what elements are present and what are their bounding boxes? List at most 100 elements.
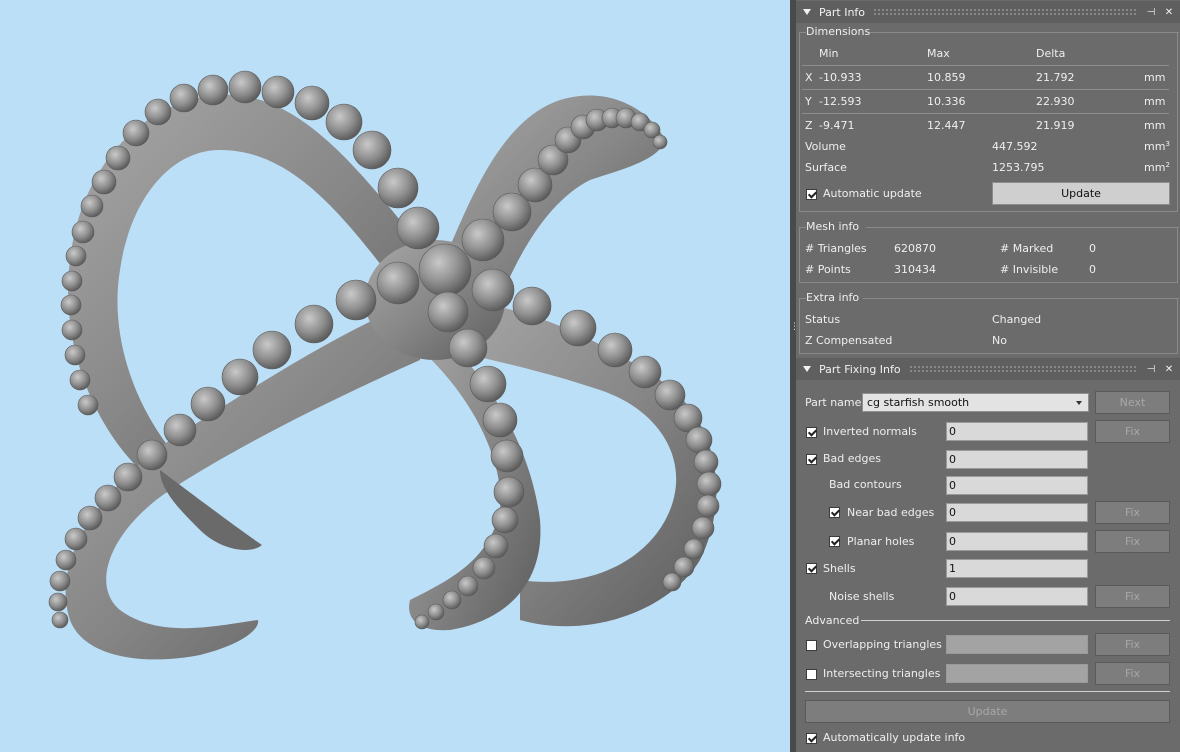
- tubercle-sphere: [144, 98, 172, 126]
- inverted-normals-checkbox[interactable]: [806, 427, 817, 438]
- volume-value: 447.592: [992, 140, 1038, 153]
- near-bad-edges-label: Near bad edges: [847, 506, 935, 519]
- tubercle-sphere: [662, 572, 682, 592]
- extra-info-group-title: Extra info: [806, 291, 860, 304]
- tubercle-sphere: [197, 74, 229, 106]
- tubercle-sphere: [457, 575, 479, 597]
- drag-grip[interactable]: [908, 365, 1136, 373]
- drag-grip[interactable]: [873, 8, 1136, 16]
- z-unit: mm: [1144, 119, 1166, 132]
- close-icon[interactable]: ✕: [1162, 364, 1176, 375]
- automatic-update-checkbox[interactable]: [806, 189, 817, 200]
- near-bad-edges-field: 0: [946, 503, 1088, 522]
- y-delta-value: 22.930: [1036, 95, 1075, 108]
- surface-value: 1253.795: [992, 161, 1045, 174]
- fix-near-bad-edges-button[interactable]: Fix: [1095, 501, 1170, 524]
- planar-holes-field: 0: [946, 532, 1088, 551]
- header-min: Min: [819, 47, 839, 60]
- y-max-value: 10.336: [927, 95, 966, 108]
- fix-intersecting-triangles-button[interactable]: Fix: [1095, 662, 1170, 685]
- pin-icon[interactable]: ⊣: [1144, 364, 1158, 375]
- tubercle-sphere: [136, 439, 168, 471]
- part-fixing-titlebar[interactable]: Part Fixing Info ⊣ ✕: [796, 358, 1180, 380]
- tubercle-sphere: [685, 426, 713, 454]
- tubercle-sphere: [471, 268, 515, 312]
- automatically-update-info-label: Automatically update info: [823, 731, 966, 744]
- tubercle-sphere: [482, 402, 518, 438]
- planar-holes-checkbox[interactable]: [829, 536, 840, 547]
- tubercle-sphere: [77, 505, 103, 531]
- pin-icon[interactable]: ⊣: [1144, 7, 1158, 18]
- tubercle-sphere: [442, 590, 462, 610]
- collapse-triangle-icon[interactable]: [803, 9, 811, 15]
- tubercle-sphere: [414, 614, 430, 630]
- chevron-down-icon[interactable]: [1076, 401, 1082, 405]
- close-icon[interactable]: ✕: [1162, 7, 1176, 18]
- triangles-value: 620870: [894, 242, 936, 255]
- near-bad-edges-checkbox[interactable]: [829, 507, 840, 518]
- tubercle-sphere: [64, 344, 86, 366]
- next-button[interactable]: Next: [1095, 391, 1170, 414]
- overlapping-triangles-field: [946, 635, 1088, 654]
- status-label: Status: [805, 313, 841, 326]
- tubercle-sphere: [61, 319, 83, 341]
- bad-edges-checkbox[interactable]: [806, 454, 817, 465]
- z-delta-value: 21.919: [1036, 119, 1075, 132]
- tubercle-sphere: [352, 130, 392, 170]
- tubercle-sphere: [61, 270, 83, 292]
- part-name-value: cg starfish smooth: [867, 396, 970, 409]
- shells-field: 1: [946, 559, 1088, 578]
- tubercle-sphere: [261, 75, 295, 109]
- tubercle-sphere: [654, 379, 686, 411]
- bad-edges-label: Bad edges: [823, 452, 881, 465]
- tubercle-sphere: [163, 413, 197, 447]
- 3d-viewport[interactable]: [0, 0, 790, 752]
- starfish-model[interactable]: [0, 0, 790, 752]
- part-info-titlebar[interactable]: Part Info ⊣ ✕: [796, 1, 1180, 23]
- update-dimensions-button[interactable]: Update: [992, 182, 1170, 205]
- overlapping-triangles-checkbox[interactable]: [806, 640, 817, 651]
- shells-checkbox[interactable]: [806, 563, 817, 574]
- part-name-select[interactable]: cg starfish smooth: [862, 393, 1089, 412]
- tubercle-sphere: [597, 332, 633, 368]
- overlapping-triangles-label: Overlapping triangles: [823, 638, 942, 651]
- header-max: Max: [927, 47, 950, 60]
- tubercle-sphere: [294, 304, 334, 344]
- z-compensated-label: Z Compensated: [805, 334, 893, 347]
- fix-noise-shells-button[interactable]: Fix: [1095, 585, 1170, 608]
- status-value: Changed: [992, 313, 1042, 326]
- tubercle-sphere: [252, 330, 292, 370]
- inverted-normals-field: 0: [946, 422, 1088, 441]
- invisible-value: 0: [1089, 263, 1096, 276]
- side-panel: Part Info ⊣ ✕ Dimensions Min Max Delta X…: [796, 0, 1180, 752]
- fix-inverted-normals-button[interactable]: Fix: [1095, 420, 1170, 443]
- tubercle-sphere: [376, 261, 420, 305]
- tubercle-sphere: [48, 592, 68, 612]
- automatically-update-info-checkbox[interactable]: [806, 733, 817, 744]
- update-fixing-info-button[interactable]: Update: [805, 700, 1170, 723]
- z-min-value: -9.471: [819, 119, 855, 132]
- volume-label: Volume: [805, 140, 846, 153]
- tubercle-sphere: [55, 549, 77, 571]
- tubercle-sphere: [64, 527, 88, 551]
- header-delta: Delta: [1036, 47, 1066, 60]
- intersecting-triangles-checkbox[interactable]: [806, 669, 817, 680]
- intersecting-triangles-label: Intersecting triangles: [823, 667, 941, 680]
- collapse-triangle-icon[interactable]: [803, 366, 811, 372]
- tubercle-sphere: [94, 484, 122, 512]
- bad-contours-field: 0: [946, 476, 1088, 495]
- volume-unit: mm3: [1144, 140, 1170, 153]
- fix-overlapping-triangles-button[interactable]: Fix: [1095, 633, 1170, 656]
- tubercle-sphere: [493, 476, 525, 508]
- tubercle-sphere: [49, 570, 71, 592]
- tubercle-sphere: [228, 70, 262, 104]
- automatic-update-label: Automatic update: [823, 187, 922, 200]
- tubercle-sphere: [559, 309, 597, 347]
- fix-planar-holes-button[interactable]: Fix: [1095, 530, 1170, 553]
- tubercle-sphere: [427, 603, 445, 621]
- x-unit: mm: [1144, 71, 1166, 84]
- tubercle-sphere: [628, 355, 662, 389]
- x-max-value: 10.859: [927, 71, 966, 84]
- tubercle-sphere: [696, 471, 722, 497]
- tubercle-sphere: [418, 243, 472, 297]
